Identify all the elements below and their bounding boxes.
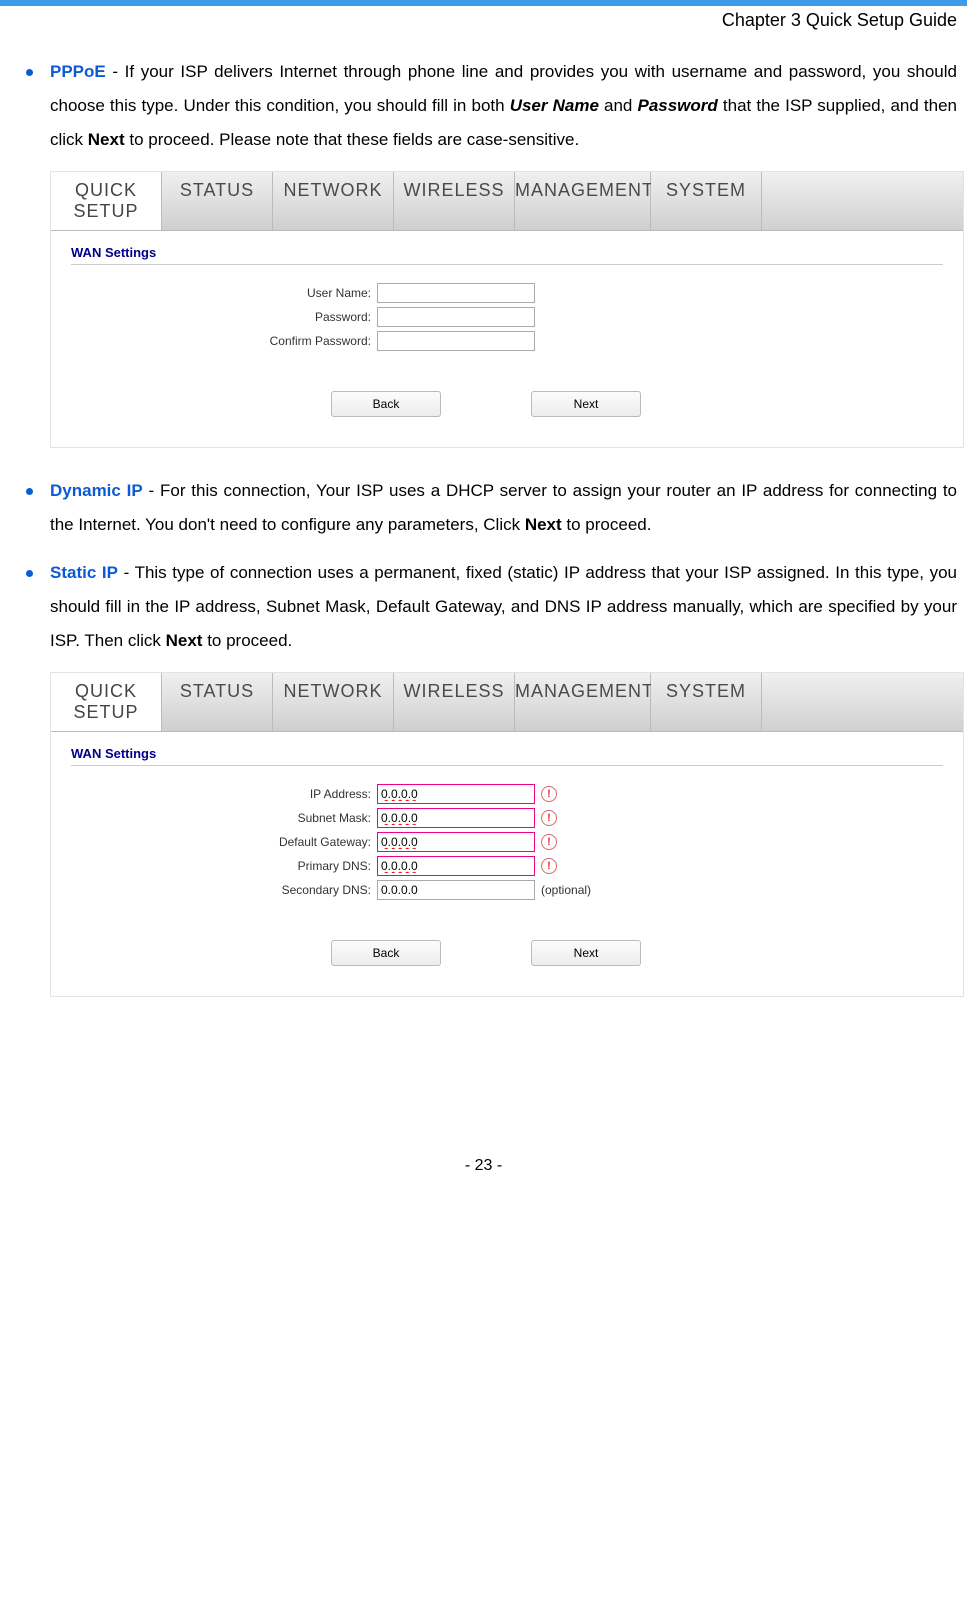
- input-primary-dns[interactable]: [377, 856, 535, 876]
- button-row-2: Back Next: [331, 940, 943, 966]
- error-icon: !: [541, 786, 557, 802]
- page-number: - 23 -: [0, 1157, 967, 1195]
- tab-quick-setup-2[interactable]: QUICK SETUP: [51, 673, 162, 731]
- chapter-title: Chapter 3 Quick Setup Guide: [0, 6, 967, 55]
- pppoe-text-2: and: [599, 96, 638, 115]
- bullet-pppoe: PPPoE - If your ISP delivers Internet th…: [20, 55, 957, 157]
- bullet-pppoe-title: PPPoE: [50, 62, 106, 81]
- error-icon: !: [541, 834, 557, 850]
- static-text-2: to proceed.: [202, 631, 292, 650]
- bullet-dynamic-title: Dynamic IP: [50, 481, 143, 500]
- input-secondary-dns[interactable]: [377, 880, 535, 900]
- input-password[interactable]: [377, 307, 535, 327]
- tab-status[interactable]: STATUS: [162, 172, 273, 230]
- label-secondary-dns: Secondary DNS:: [71, 883, 377, 897]
- next-button[interactable]: Next: [531, 391, 641, 417]
- static-bold-next: Next: [166, 631, 203, 650]
- bullet-static-ip: Static IP - This type of connection uses…: [20, 556, 957, 658]
- wan-settings-heading: WAN Settings: [71, 245, 943, 265]
- label-username: User Name:: [71, 286, 377, 300]
- input-subnet-mask[interactable]: [377, 808, 535, 828]
- optional-label: (optional): [541, 883, 591, 897]
- nav-spacer: [762, 172, 963, 230]
- input-ip-address[interactable]: [377, 784, 535, 804]
- nav-tabs: QUICK SETUP STATUS NETWORK WIRELESS MANA…: [51, 172, 963, 231]
- row-password: Password:: [71, 307, 943, 327]
- tab-quick-setup[interactable]: QUICK SETUP: [51, 172, 162, 230]
- tab-system-2[interactable]: SYSTEM: [651, 673, 762, 731]
- static-panel: QUICK SETUP STATUS NETWORK WIRELESS MANA…: [50, 672, 964, 997]
- tab-network[interactable]: NETWORK: [273, 172, 394, 230]
- tab-system[interactable]: SYSTEM: [651, 172, 762, 230]
- pppoe-em-password: Password: [637, 96, 717, 115]
- error-icon: !: [541, 810, 557, 826]
- row-ip-address: IP Address: !: [71, 784, 943, 804]
- static-panel-body: WAN Settings IP Address: ! Subnet Mask: …: [51, 732, 963, 996]
- bullet-dynamic-ip: Dynamic IP - For this connection, Your I…: [20, 474, 957, 542]
- row-confirm-password: Confirm Password:: [71, 331, 943, 351]
- dynamic-text-2: to proceed.: [562, 515, 652, 534]
- input-default-gateway[interactable]: [377, 832, 535, 852]
- pppoe-em-username: User Name: [510, 96, 599, 115]
- nav-tabs-2: QUICK SETUP STATUS NETWORK WIRELESS MANA…: [51, 673, 963, 732]
- pppoe-panel: QUICK SETUP STATUS NETWORK WIRELESS MANA…: [50, 171, 964, 448]
- label-ip-address: IP Address:: [71, 787, 377, 801]
- row-primary-dns: Primary DNS: !: [71, 856, 943, 876]
- tab-management-2[interactable]: MANAGEMENT: [515, 673, 651, 731]
- input-confirm-password[interactable]: [377, 331, 535, 351]
- bullet-static-title: Static IP: [50, 563, 118, 582]
- dynamic-bold-next: Next: [525, 515, 562, 534]
- pppoe-text-4: to proceed. Please note that these field…: [125, 130, 580, 149]
- back-button-2[interactable]: Back: [331, 940, 441, 966]
- button-row: Back Next: [331, 391, 943, 417]
- nav-spacer-2: [762, 673, 963, 731]
- label-primary-dns: Primary DNS:: [71, 859, 377, 873]
- label-confirm-password: Confirm Password:: [71, 334, 377, 348]
- error-icon: !: [541, 858, 557, 874]
- tab-management[interactable]: MANAGEMENT: [515, 172, 651, 230]
- tab-wireless[interactable]: WIRELESS: [394, 172, 515, 230]
- row-default-gateway: Default Gateway: !: [71, 832, 943, 852]
- row-secondary-dns: Secondary DNS: (optional): [71, 880, 943, 900]
- dynamic-text-1: - For this connection, Your ISP uses a D…: [50, 481, 957, 534]
- tab-status-2[interactable]: STATUS: [162, 673, 273, 731]
- back-button[interactable]: Back: [331, 391, 441, 417]
- tab-wireless-2[interactable]: WIRELESS: [394, 673, 515, 731]
- label-subnet-mask: Subnet Mask:: [71, 811, 377, 825]
- row-subnet-mask: Subnet Mask: !: [71, 808, 943, 828]
- label-password: Password:: [71, 310, 377, 324]
- label-default-gateway: Default Gateway:: [71, 835, 377, 849]
- pppoe-bold-next: Next: [88, 130, 125, 149]
- row-username: User Name:: [71, 283, 943, 303]
- tab-network-2[interactable]: NETWORK: [273, 673, 394, 731]
- next-button-2[interactable]: Next: [531, 940, 641, 966]
- input-username[interactable]: [377, 283, 535, 303]
- wan-settings-heading-2: WAN Settings: [71, 746, 943, 766]
- pppoe-panel-body: WAN Settings User Name: Password: Confir…: [51, 231, 963, 447]
- page-content: PPPoE - If your ISP delivers Internet th…: [0, 55, 967, 997]
